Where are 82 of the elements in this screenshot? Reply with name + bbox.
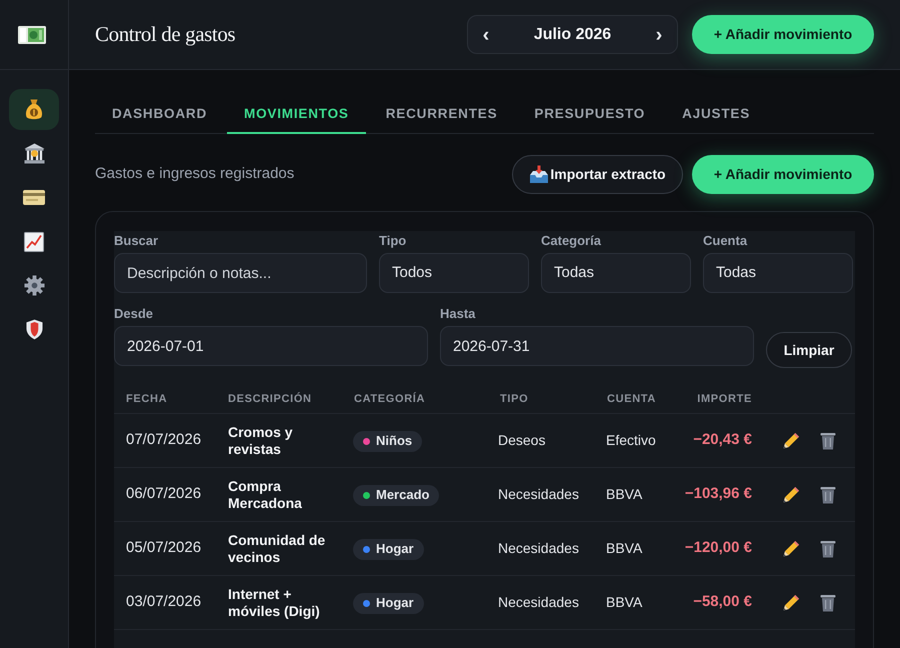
amount-cell-text: −103,96 € <box>684 484 753 504</box>
field-label: Desde <box>114 305 154 323</box>
description-cell-text: Comunidad de vecinos <box>227 532 326 566</box>
banknote-icon <box>18 24 46 44</box>
shield-icon <box>26 319 42 340</box>
date-cell-text: 06/07/2026 <box>125 484 202 504</box>
field-label: Buscar <box>114 232 158 250</box>
import-statement-label: Importar extracto <box>550 165 666 184</box>
previous-month-button[interactable]: ‹ <box>478 24 494 44</box>
pencil-icon <box>783 540 800 557</box>
account-cell-text: BBVA <box>605 539 642 558</box>
description-cell-text: Cromos y revistas <box>227 424 294 458</box>
column-header: FECHA <box>125 392 168 407</box>
delete-button[interactable] <box>820 432 836 450</box>
date-field[interactable]: 2026-07-01 <box>114 326 428 366</box>
trash-icon <box>820 432 836 450</box>
import-statement-button[interactable]: Importar extracto <box>512 155 683 194</box>
column-header: TIPO <box>499 392 528 407</box>
trash-icon <box>820 594 836 612</box>
type-cell-text: Necesidades <box>497 485 579 504</box>
add-transaction-button[interactable]: + Añadir movimiento <box>692 155 874 194</box>
settings-icon <box>24 275 44 296</box>
month-label: Julio 2026 <box>534 24 612 44</box>
account-cell-text: Efectivo <box>605 431 656 450</box>
delete-button[interactable] <box>820 486 836 504</box>
tab[interactable]: PRESUPUESTO <box>517 97 662 134</box>
tab[interactable]: MOVIMIENTOS <box>227 97 366 134</box>
edit-button[interactable] <box>783 432 800 449</box>
amount-cell-text: −20,43 € <box>693 430 753 450</box>
edit-button[interactable] <box>783 540 800 557</box>
trash-icon <box>820 540 836 558</box>
column-header: DESCRIPCIÓN <box>227 391 312 407</box>
category-label: Hogar <box>376 594 414 612</box>
clear-filters-button[interactable]: Limpiar <box>766 332 852 368</box>
pencil-icon <box>783 594 800 611</box>
tab[interactable]: DASHBOARD <box>95 97 224 134</box>
category-label: Mercado <box>376 486 430 504</box>
category-label: Hogar <box>376 540 414 558</box>
add-transaction-button[interactable]: + Añadir movimiento <box>692 15 874 54</box>
amount-cell-text: −120,00 € <box>684 538 753 558</box>
category-dropdown[interactable]: Todas <box>541 253 691 293</box>
app-title: Control de gastos <box>95 20 236 48</box>
account-cell-text: BBVA <box>605 485 642 504</box>
account-cell-text: BBVA <box>605 593 642 612</box>
field-label: Hasta <box>440 305 476 323</box>
account-dropdown[interactable]: Todas <box>703 253 853 293</box>
field-label: Tipo <box>379 232 406 250</box>
edit-button[interactable] <box>783 594 800 611</box>
type-cell-text: Necesidades <box>497 593 579 612</box>
delete-button[interactable] <box>820 540 836 558</box>
column-header: IMPORTE <box>697 392 753 407</box>
tab[interactable]: RECURRENTES <box>368 97 514 134</box>
type-dropdown[interactable]: Todos <box>379 253 529 293</box>
delete-button[interactable] <box>820 594 836 612</box>
description-cell-text: Internet + móviles (Digi) <box>227 586 321 620</box>
bank-icon <box>24 143 44 164</box>
edit-button[interactable] <box>783 486 800 503</box>
column-header: CUENTA <box>606 392 656 407</box>
amount-cell-text: −58,00 € <box>693 592 753 612</box>
chart-icon <box>24 232 44 252</box>
tab[interactable]: AJUSTES <box>665 97 768 134</box>
date-cell-text: 07/07/2026 <box>125 430 202 450</box>
search-field[interactable]: Descripción o notas... <box>114 253 367 293</box>
next-month-button[interactable]: › <box>651 24 667 44</box>
field-label: Categoría <box>541 232 601 250</box>
pencil-icon <box>783 432 800 449</box>
date-cell-text: 05/07/2026 <box>125 538 202 558</box>
money-bag-icon <box>25 99 43 120</box>
page-subtitle: Gastos e ingresos registrados <box>95 164 294 184</box>
sidebar-item[interactable] <box>9 89 59 130</box>
description-cell-text: Compra Mercadona <box>227 478 303 512</box>
type-cell-text: Necesidades <box>497 539 579 558</box>
field-label: Cuenta <box>703 232 748 250</box>
trash-icon <box>820 486 836 504</box>
column-header: CATEGORÍA <box>353 391 426 407</box>
credit-card-icon <box>23 190 45 205</box>
date-field[interactable]: 2026-07-31 <box>440 326 754 366</box>
type-cell-text: Deseos <box>497 431 546 450</box>
pencil-icon <box>783 486 800 503</box>
date-cell-text: 03/07/2026 <box>125 592 202 612</box>
category-label: Niños <box>376 432 412 450</box>
inbox-tray-icon <box>529 165 550 184</box>
